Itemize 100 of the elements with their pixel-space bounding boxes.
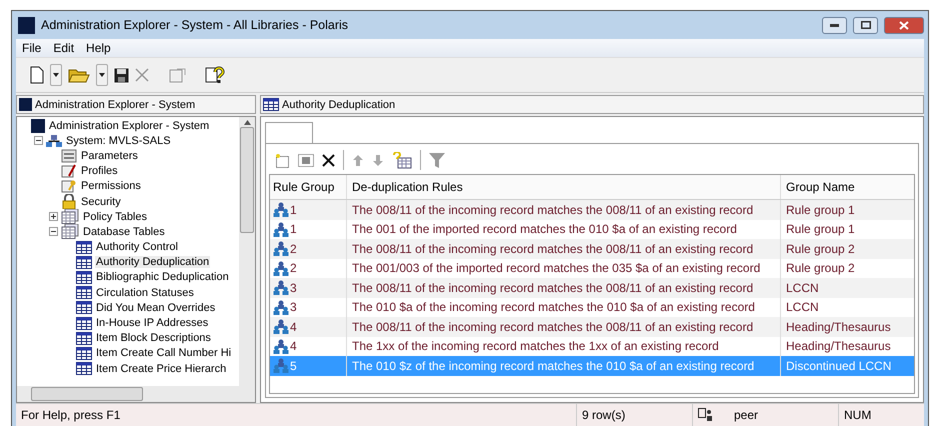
tab[interactable] xyxy=(265,122,313,143)
table-icon xyxy=(76,240,92,254)
table-icon xyxy=(76,301,92,314)
table-cell: 1 xyxy=(290,202,297,217)
lock-icon xyxy=(61,194,77,210)
users-icon xyxy=(273,319,289,334)
tree-item[interactable]: Did You Mean Overrides xyxy=(95,302,216,314)
table-cell: The 010 $z of the incoming record matches the 010 $a of an existing record xyxy=(346,356,780,376)
table-row[interactable]: 3 The 010 $a of the incoming record matches the 010 $a of an existing record LCCN xyxy=(270,298,914,317)
tree-item[interactable]: In-House IP Addresses xyxy=(95,317,210,330)
tables-icon xyxy=(61,224,79,240)
minimize-icon xyxy=(830,24,839,26)
network-icon xyxy=(46,134,62,148)
table-row[interactable]: 1 The 001 of the imported record matches the 010 $a of an existing record Rule group 1 xyxy=(270,220,914,239)
tree-item[interactable]: Administration Explorer - System xyxy=(48,120,210,132)
users-icon xyxy=(273,260,289,276)
table-row[interactable]: 3 The 008/11 of the incoming record matches the 008/11 of an existing record LCCN xyxy=(270,278,914,298)
pane-title: Administration Explorer - System xyxy=(35,98,196,110)
status-text: For Help, press F1 xyxy=(20,407,122,424)
delete-icon[interactable] xyxy=(322,154,335,166)
table-cell: 1 xyxy=(290,222,297,236)
dropdown-button[interactable] xyxy=(96,64,108,86)
tree-item[interactable]: Profiles xyxy=(80,165,119,178)
tree-item[interactable]: Permissions xyxy=(80,180,142,192)
table-row[interactable]: 4 The 008/11 of the incoming record matches the 008/11 of an existing record Heading/Thesaurus xyxy=(270,317,914,336)
tree-item[interactable]: Item Block Descriptions xyxy=(95,332,212,344)
caret-icon xyxy=(99,73,105,77)
tree-item[interactable]: Item Create Price Hierarch xyxy=(95,362,228,375)
edit-field-icon[interactable] xyxy=(298,154,314,166)
grid-help-icon[interactable] xyxy=(392,152,412,168)
users-icon xyxy=(273,300,289,315)
tree-item[interactable]: Authority Control xyxy=(95,241,179,254)
tree-item[interactable]: Security xyxy=(80,196,122,208)
dropdown-button[interactable] xyxy=(50,64,62,86)
users-icon xyxy=(273,222,289,237)
table-row[interactable]: 2 The 008/11 of the incoming record matches the 008/11 of an existing record Rule group 2 xyxy=(270,239,914,258)
table-cell: 4 xyxy=(290,320,297,334)
collapse-icon[interactable] xyxy=(34,136,43,146)
maximize-icon xyxy=(860,21,870,29)
close-button[interactable] xyxy=(884,16,924,34)
caret-icon xyxy=(53,73,59,77)
expand-icon[interactable] xyxy=(49,212,58,222)
tree-item[interactable]: System: MVLS-SALS xyxy=(65,134,172,147)
table-cell: 2 xyxy=(290,242,297,256)
table-icon xyxy=(76,332,92,345)
table-cell: 4 xyxy=(290,339,297,354)
sliders-icon xyxy=(61,148,77,163)
tree-item[interactable]: Item Create Call Number Hi xyxy=(95,347,232,360)
status-text: 9 row(s) xyxy=(576,404,692,426)
table-row[interactable]: 4 The 1xx of the incoming record matches the 1xx of an existing record Heading/Thesaurus xyxy=(270,336,914,356)
users-icon xyxy=(273,280,289,296)
menu-item[interactable]: File xyxy=(16,41,48,55)
pencil-document-icon xyxy=(61,164,77,178)
table-icon xyxy=(76,346,92,360)
table-cell: 5 xyxy=(290,358,297,373)
window-title: Administration Explorer - System - All Libraries - Polaris xyxy=(41,18,350,32)
user-status-icon xyxy=(698,408,712,422)
table-icon xyxy=(76,270,92,284)
tree-item[interactable]: Database Tables xyxy=(82,226,166,238)
table-icon xyxy=(76,316,92,330)
menu-item[interactable]: Edit xyxy=(47,41,80,55)
scroll-up-icon xyxy=(244,120,250,125)
table-icon xyxy=(76,256,92,269)
table-row[interactable]: 2 The 001/003 of the imported record matches the 035 $a of an existing record Rule group 2 xyxy=(270,258,914,278)
close-icon xyxy=(899,20,909,30)
tables-icon xyxy=(61,209,79,224)
vertical-scrollbar[interactable] xyxy=(239,117,255,386)
logo-icon xyxy=(19,98,32,111)
status-text: peer xyxy=(734,408,758,422)
maximize-button[interactable] xyxy=(853,16,878,34)
new-row-icon[interactable] xyxy=(275,152,290,168)
column-header[interactable]: Rule Group xyxy=(270,175,346,199)
table-icon xyxy=(76,286,92,300)
table-cell: Discontinued LCCN xyxy=(780,356,914,376)
help-icon[interactable] xyxy=(205,66,225,84)
new-document-icon[interactable] xyxy=(30,66,44,84)
filter-icon[interactable] xyxy=(429,152,445,168)
table-icon xyxy=(76,362,92,376)
tree-item[interactable]: Bibliographic Deduplication xyxy=(95,271,230,284)
table-cell: 2 xyxy=(290,261,297,276)
save-icon[interactable] xyxy=(114,68,129,82)
users-icon xyxy=(273,202,289,218)
table-cell: 3 xyxy=(290,280,297,295)
tree-item[interactable]: Circulation Statuses xyxy=(95,286,195,299)
minimize-button[interactable] xyxy=(822,16,847,34)
table-cell: 3 xyxy=(290,300,297,314)
collapse-icon[interactable] xyxy=(49,227,58,236)
menu-item[interactable]: Help xyxy=(80,41,117,55)
tree-item[interactable]: Policy Tables xyxy=(82,210,148,223)
table-icon xyxy=(263,98,279,111)
table-row[interactable]: 1 The 008/11 of the incoming record matches the 008/11 of an existing record Rule group 1 xyxy=(270,200,914,220)
users-icon xyxy=(273,358,289,374)
pane-title: Authority Deduplication xyxy=(282,98,396,110)
logo-icon xyxy=(18,16,35,34)
horizontal-scrollbar[interactable] xyxy=(17,386,255,402)
tree-item[interactable]: Parameters xyxy=(80,150,139,162)
tree-item[interactable]: Authority Deduplication xyxy=(95,256,210,268)
column-header[interactable]: De-duplication Rules xyxy=(346,175,780,199)
users-icon xyxy=(273,338,289,354)
column-header[interactable]: Group Name xyxy=(780,175,914,199)
